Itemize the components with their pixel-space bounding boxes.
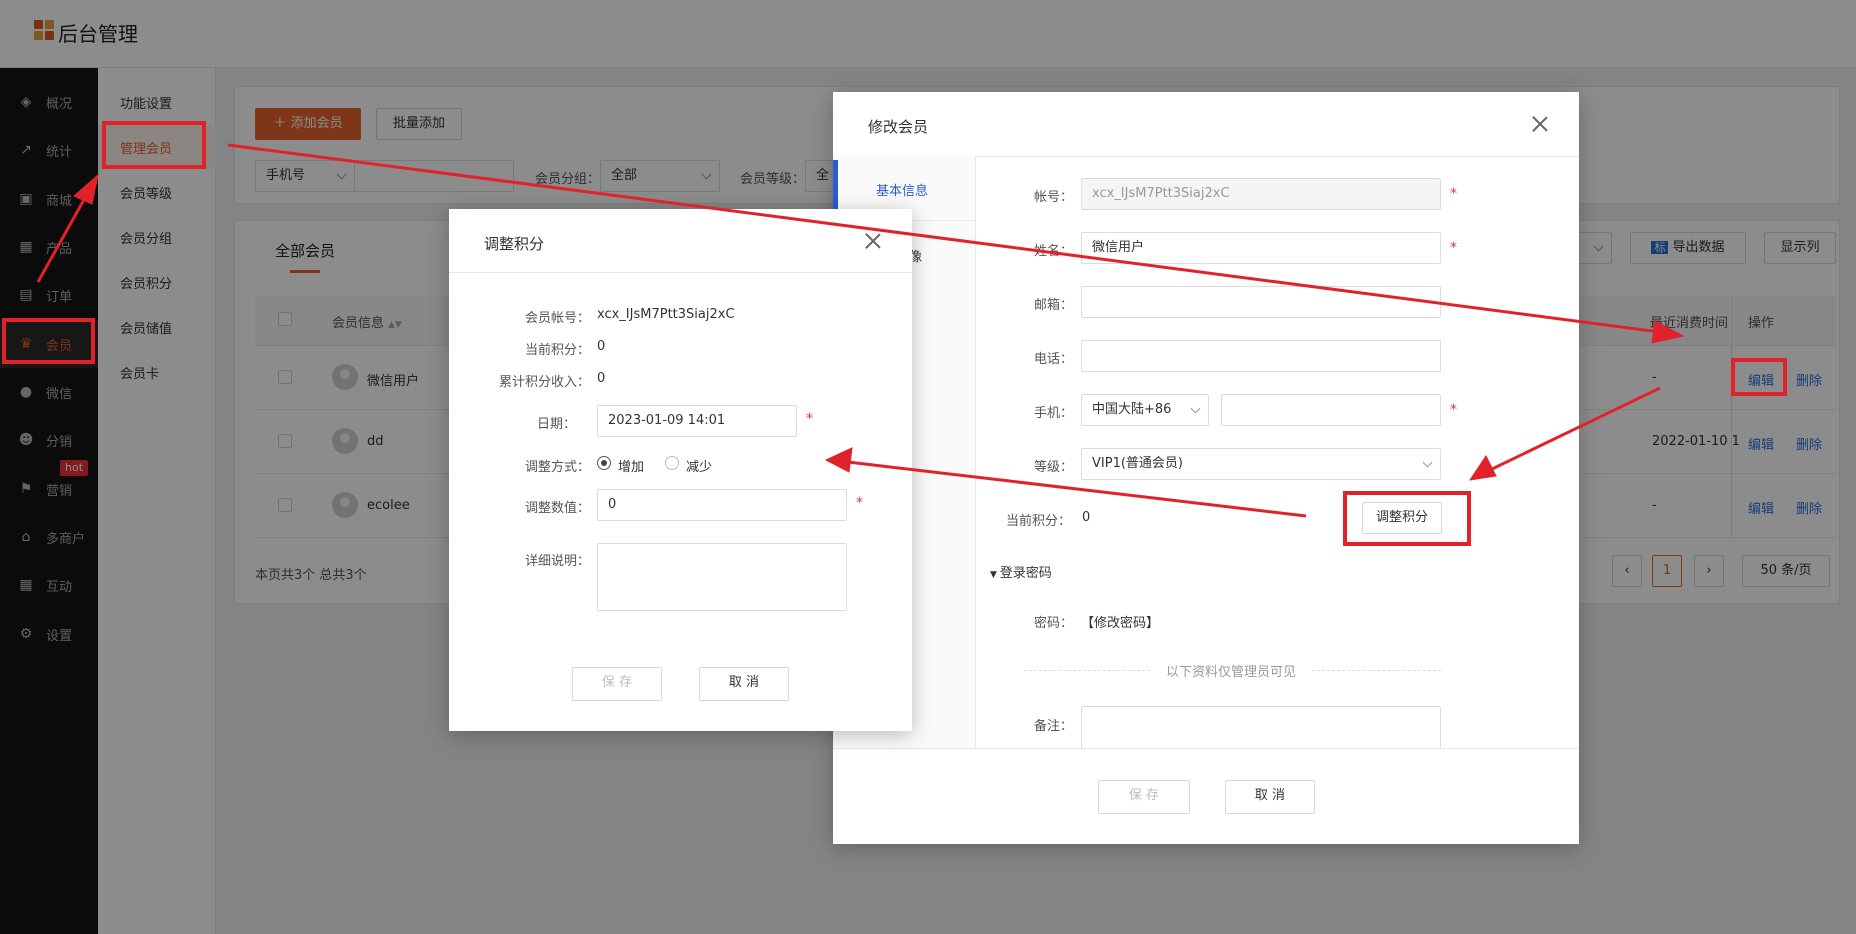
arrowhead bbox=[824, 447, 853, 473]
arrow-line bbox=[847, 460, 1307, 518]
arrowhead bbox=[1468, 455, 1497, 481]
arrow-line bbox=[36, 195, 88, 283]
arrowhead bbox=[73, 173, 99, 205]
annotation-arrows bbox=[36, 143, 1685, 518]
arrow-line bbox=[227, 143, 1661, 334]
arrowhead bbox=[1651, 320, 1685, 344]
arrow-line bbox=[1489, 386, 1661, 472]
